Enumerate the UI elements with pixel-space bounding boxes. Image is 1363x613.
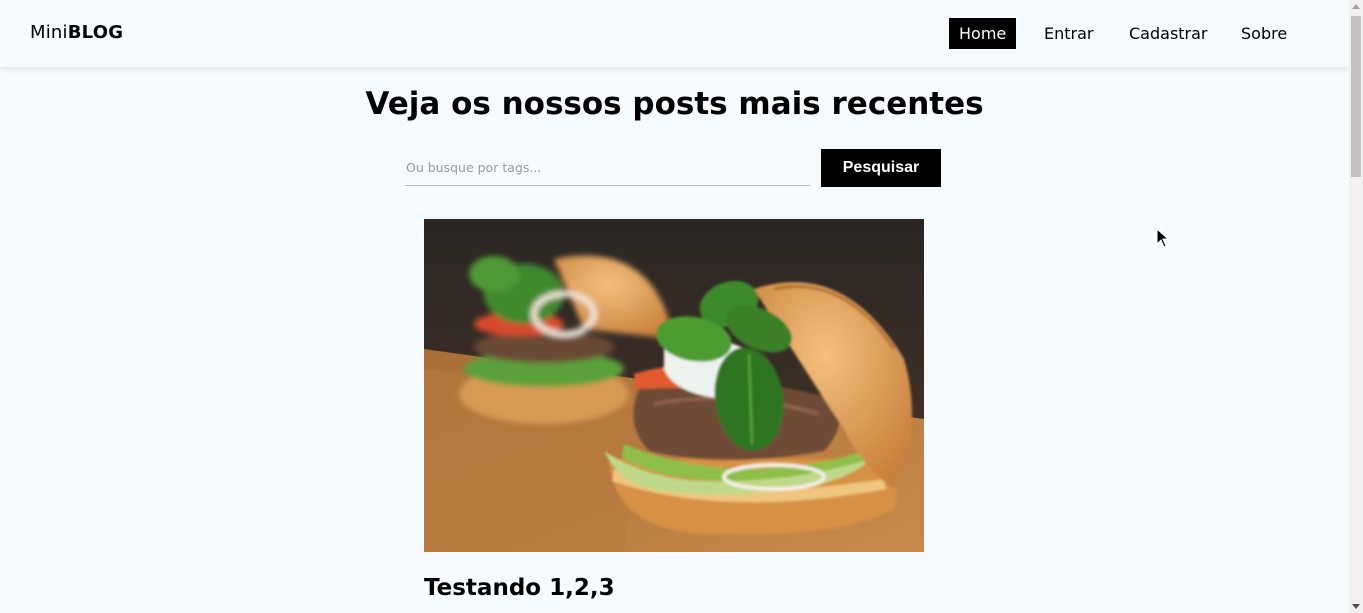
search-input[interactable]	[405, 150, 810, 186]
brand-prefix: Mini	[30, 22, 68, 43]
navbar: MiniBLOG Home Entrar Cadastrar Sobre	[0, 0, 1349, 67]
nav-links: Home Entrar Cadastrar Sobre	[949, 18, 1349, 49]
scroll-thumb[interactable]	[1351, 16, 1361, 177]
scrollbar[interactable]	[1349, 0, 1363, 613]
scroll-up-arrow-icon[interactable]	[1349, 0, 1363, 14]
nav-item-cadastrar[interactable]: Cadastrar	[1129, 18, 1208, 49]
search-button[interactable]: Pesquisar	[821, 149, 941, 187]
post-image[interactable]	[424, 219, 924, 552]
post-title[interactable]: Testando 1,2,3	[424, 575, 615, 601]
brand-logo[interactable]: MiniBLOG	[30, 22, 123, 43]
scroll-down-arrow-icon[interactable]	[1349, 599, 1363, 613]
page-title: Veja os nossos posts mais recentes	[365, 86, 984, 122]
nav-item-home[interactable]: Home	[949, 18, 1017, 49]
nav-item-entrar[interactable]: Entrar	[1044, 18, 1093, 49]
nav-item-sobre[interactable]: Sobre	[1241, 18, 1287, 49]
brand-bold: BLOG	[67, 22, 124, 43]
mouse-cursor-icon	[1156, 228, 1170, 248]
